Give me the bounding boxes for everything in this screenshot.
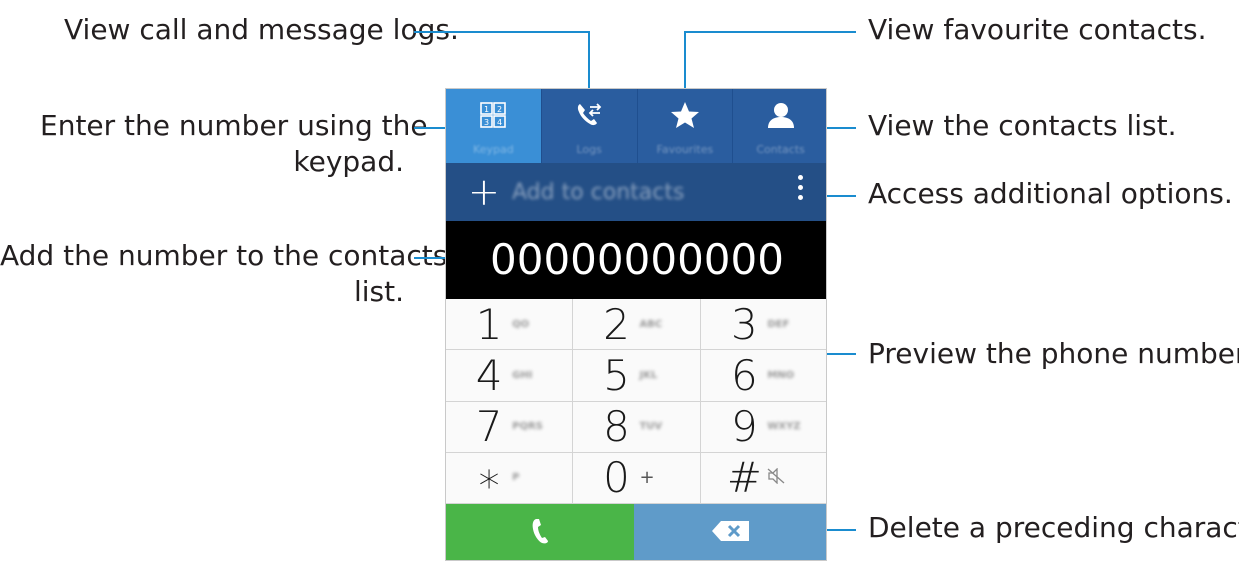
- leader-line-logs-h: [414, 31, 590, 33]
- mute-icon: [767, 467, 807, 487]
- key-letters: JKL: [639, 369, 658, 381]
- tab-keypad[interactable]: 1 2 3 4 Keypad: [446, 89, 542, 163]
- key-letters: WXYZ: [767, 421, 801, 433]
- key-letters: DEF: [767, 318, 790, 330]
- leader-line-fav-h: [684, 31, 856, 33]
- callout-keypad-line1: Enter the number using the: [40, 109, 428, 142]
- tab-favourites[interactable]: Favourites: [638, 89, 734, 163]
- backspace-icon: [711, 520, 751, 546]
- phone-icon: [530, 517, 550, 549]
- key-star[interactable]: ∗ P: [446, 452, 574, 504]
- key-digit: 7: [475, 402, 503, 452]
- number-display: 00000000000: [446, 221, 826, 299]
- key-digit: 1: [475, 299, 503, 349]
- key-digit: 2: [603, 299, 630, 349]
- bottom-bar: [446, 504, 826, 560]
- tab-favourites-label: Favourites: [656, 143, 714, 156]
- phone-screen: 1 2 3 4 Keypad Logs Favourites Contacts …: [445, 88, 827, 561]
- key-digit: 8: [603, 402, 630, 452]
- callout-favourites: View favourite contacts.: [868, 13, 1207, 46]
- key-digit: 3: [730, 299, 758, 349]
- svg-text:2: 2: [497, 105, 502, 114]
- key-0[interactable]: 0 +: [573, 452, 701, 504]
- callout-options: Access additional options.: [868, 177, 1233, 210]
- key-2[interactable]: 2 ABC: [573, 299, 701, 351]
- svg-text:1: 1: [484, 105, 489, 114]
- key-5[interactable]: 5 JKL: [573, 350, 701, 402]
- key-digit: ∗: [476, 453, 503, 503]
- callout-delete: Delete a preceding character.: [868, 511, 1239, 544]
- key-hash[interactable]: #: [700, 453, 826, 504]
- key-letters: ABC: [639, 318, 663, 330]
- key-letters: TUV: [639, 421, 663, 433]
- callout-contacts-list: View the contacts list.: [868, 109, 1177, 142]
- tab-contacts[interactable]: Contacts: [733, 89, 826, 163]
- person-icon: [767, 101, 795, 129]
- tab-keypad-label: Keypad: [473, 143, 514, 156]
- key-3[interactable]: 3 DEF: [700, 299, 826, 351]
- key-digit: 9: [730, 402, 758, 452]
- key-digit: 4: [475, 350, 503, 400]
- key-letters: PQRS: [512, 421, 543, 433]
- callout-keypad: Enter the number using the keypad.: [40, 108, 428, 180]
- key-1[interactable]: 1 QO: [446, 299, 574, 351]
- key-7[interactable]: 7 PQRS: [446, 401, 574, 453]
- key-6[interactable]: 6 MNO: [700, 350, 826, 402]
- call-button[interactable]: [446, 504, 634, 560]
- key-letters: +: [639, 467, 655, 489]
- key-letters: QO: [512, 318, 530, 330]
- add-contact-plus-icon[interactable]: +: [468, 173, 500, 211]
- action-bar: + Add to contacts: [446, 163, 826, 221]
- key-digit: 6: [730, 350, 758, 400]
- add-to-contacts-label[interactable]: Add to contacts: [512, 180, 684, 205]
- key-letters: GHI: [512, 369, 533, 381]
- tab-bar: 1 2 3 4 Keypad Logs Favourites Contacts: [446, 89, 826, 163]
- svg-text:4: 4: [497, 118, 502, 127]
- key-letters: MNO: [767, 369, 795, 381]
- star-icon: [670, 101, 700, 129]
- callout-add-line1: Add the number to the contacts: [0, 239, 448, 272]
- delete-button[interactable]: [634, 504, 826, 560]
- logs-icon: [575, 101, 603, 129]
- callout-add: Add the number to the contacts list.: [0, 238, 448, 310]
- keypad-icon: 1 2 3 4: [480, 101, 507, 129]
- key-digit: 5: [603, 350, 630, 400]
- key-digit: #: [726, 453, 762, 503]
- callout-keypad-line2: keypad.: [293, 145, 404, 178]
- keypad: 1 QO 2 ABC 3 DEF 4 GHI 5 JKL 6 MNO 7 PQRS 8 TUV …: [446, 299, 826, 504]
- key-4[interactable]: 4 GHI: [446, 350, 574, 402]
- key-8[interactable]: 8 TUV: [573, 401, 701, 453]
- svg-text:3: 3: [484, 118, 489, 127]
- callout-logs: View call and message logs.: [64, 13, 459, 46]
- key-letters: P: [512, 472, 520, 484]
- callout-preview: Preview the phone number.: [868, 337, 1239, 370]
- tab-logs-label: Logs: [576, 143, 602, 156]
- callout-add-line2: list.: [353, 275, 404, 308]
- tab-logs[interactable]: Logs: [542, 89, 638, 163]
- tab-contacts-label: Contacts: [756, 143, 805, 156]
- key-9[interactable]: 9 WXYZ: [700, 402, 826, 453]
- key-digit: 0: [603, 453, 630, 503]
- more-options-icon[interactable]: [798, 175, 804, 209]
